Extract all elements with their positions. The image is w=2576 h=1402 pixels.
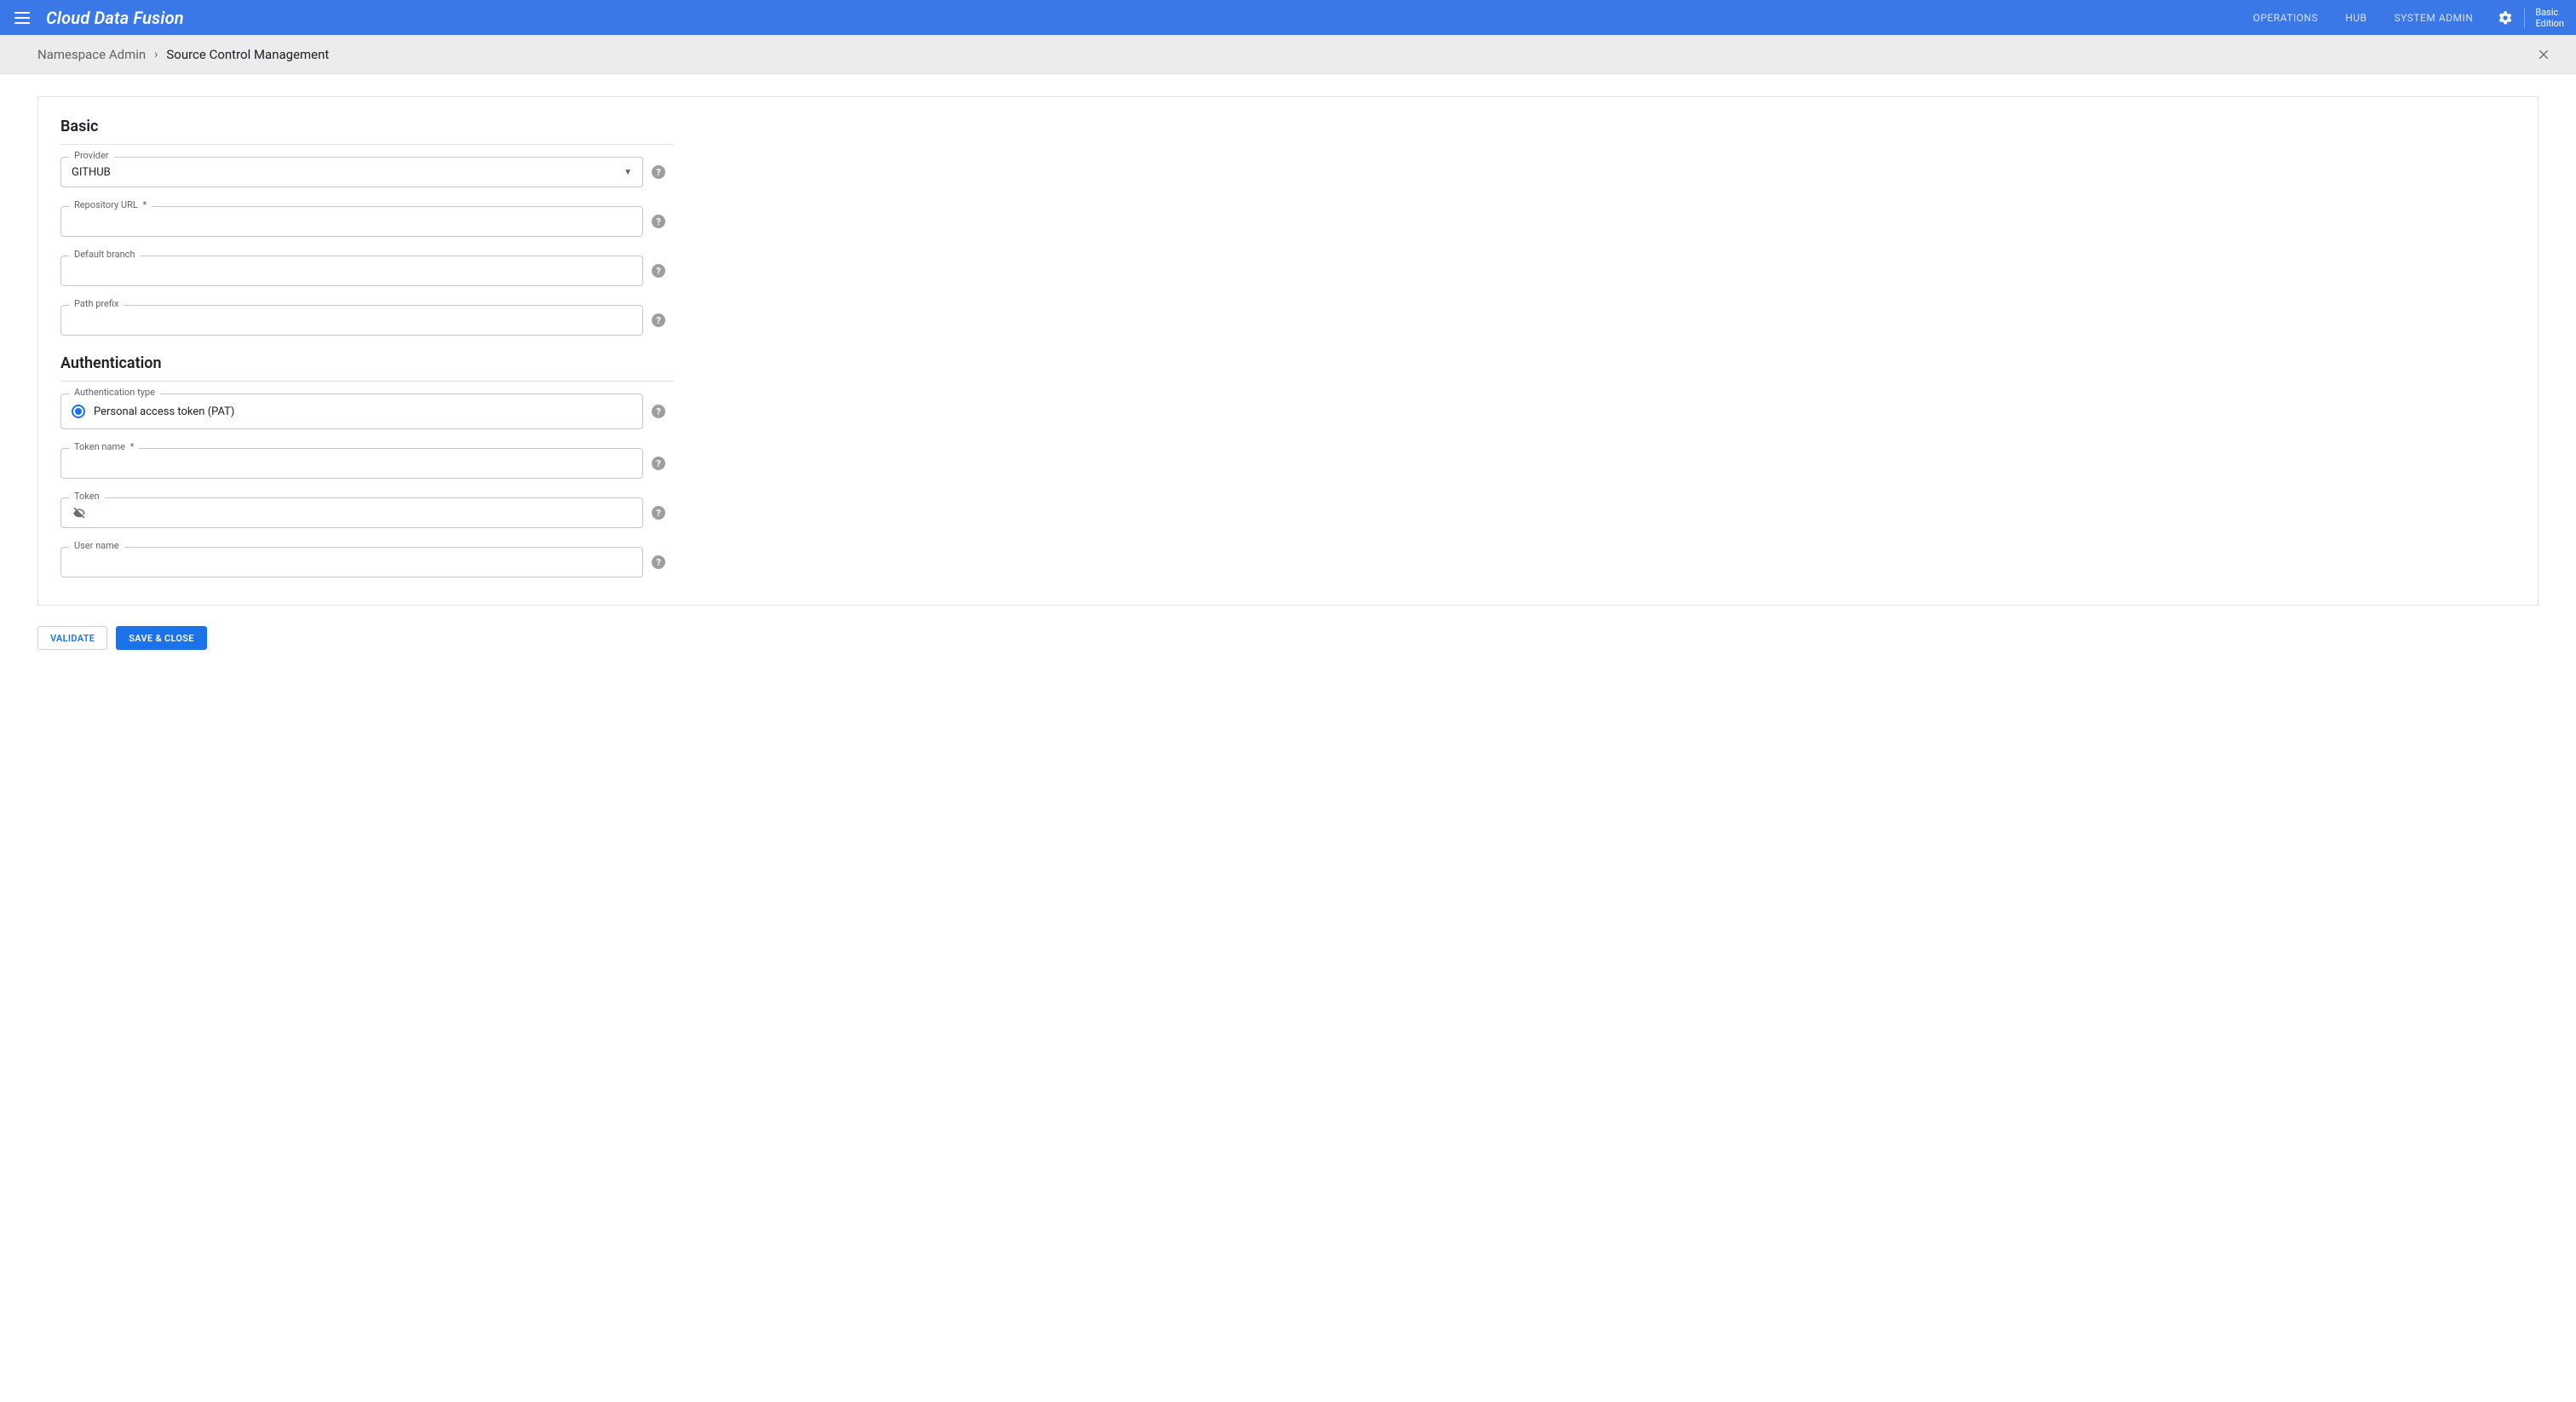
token-name-box bbox=[60, 448, 643, 479]
nav-hub[interactable]: HUB bbox=[2332, 0, 2380, 35]
help-icon[interactable]: ? bbox=[652, 457, 665, 470]
menu-icon[interactable] bbox=[10, 6, 34, 30]
token-box bbox=[60, 497, 643, 528]
field-token-name-row: Token name * ? bbox=[60, 448, 674, 479]
field-auth-type-row: Authentication type Personal access toke… bbox=[60, 394, 674, 429]
required-marker: * bbox=[130, 441, 135, 452]
section-basic-rule bbox=[60, 144, 674, 145]
field-user-name-row: User name ? bbox=[60, 547, 674, 577]
provider-select[interactable]: GITHUB ▼ bbox=[60, 157, 643, 187]
field-token-name-wrap: Token name * bbox=[60, 448, 643, 479]
auth-type-box: Personal access token (PAT) bbox=[60, 394, 643, 429]
field-auth-type-wrap: Authentication type Personal access toke… bbox=[60, 394, 643, 429]
field-provider-row: Provider GITHUB ▼ ? bbox=[60, 157, 674, 187]
breadcrumb-parent[interactable]: Namespace Admin bbox=[37, 47, 146, 62]
help-icon[interactable]: ? bbox=[652, 165, 665, 179]
user-name-box bbox=[60, 547, 643, 577]
help-icon[interactable]: ? bbox=[652, 555, 665, 569]
section-auth-rule bbox=[60, 381, 674, 382]
field-path-prefix-label: Path prefix bbox=[69, 298, 124, 309]
help-icon[interactable]: ? bbox=[652, 313, 665, 327]
action-row: VALIDATE SAVE & CLOSE bbox=[37, 626, 2539, 650]
help-icon[interactable]: ? bbox=[652, 506, 665, 520]
visibility-off-icon[interactable] bbox=[72, 505, 87, 520]
breadcrumb: Namespace Admin › Source Control Managem… bbox=[0, 35, 2576, 74]
config-card: Basic Provider GITHUB ▼ ? Repository URL bbox=[37, 96, 2539, 606]
save-close-button[interactable]: SAVE & CLOSE bbox=[116, 626, 206, 650]
provider-select-value: GITHUB bbox=[72, 166, 111, 179]
field-user-name-label: User name bbox=[69, 540, 124, 551]
field-path-prefix-row: Path prefix ? bbox=[60, 305, 674, 336]
edition-line1: Basic bbox=[2535, 7, 2564, 18]
nav-system-admin[interactable]: SYSTEM ADMIN bbox=[2381, 0, 2487, 35]
section-basic-title: Basic bbox=[60, 118, 674, 135]
field-path-prefix-wrap: Path prefix bbox=[60, 305, 643, 336]
field-token-wrap: Token bbox=[60, 497, 643, 528]
field-token-row: Token ? bbox=[60, 497, 674, 528]
breadcrumb-current: Source Control Management bbox=[166, 47, 329, 62]
field-token-label: Token bbox=[69, 491, 105, 502]
field-repo-url-row: Repository URL * ? bbox=[60, 206, 674, 237]
field-default-branch-wrap: Default branch bbox=[60, 256, 643, 286]
edition-label: Basic Edition bbox=[2525, 7, 2576, 29]
field-repo-url-wrap: Repository URL * bbox=[60, 206, 643, 237]
help-icon[interactable]: ? bbox=[652, 215, 665, 228]
field-provider-label: Provider bbox=[69, 150, 114, 161]
radio-icon bbox=[72, 405, 85, 418]
form-column: Basic Provider GITHUB ▼ ? Repository URL bbox=[60, 118, 674, 577]
chevron-down-icon: ▼ bbox=[624, 168, 632, 177]
field-repo-url-label-text: Repository URL bbox=[74, 199, 138, 210]
section-auth-title: Authentication bbox=[60, 354, 674, 372]
field-token-name-label: Token name * bbox=[69, 441, 139, 452]
field-token-name-label-text: Token name bbox=[74, 441, 125, 452]
field-default-branch-label: Default branch bbox=[69, 249, 141, 260]
default-branch-input[interactable] bbox=[72, 264, 632, 279]
field-user-name-wrap: User name bbox=[60, 547, 643, 577]
field-default-branch-row: Default branch ? bbox=[60, 256, 674, 286]
repo-url-box bbox=[60, 206, 643, 237]
default-branch-box bbox=[60, 256, 643, 286]
path-prefix-box bbox=[60, 305, 643, 336]
required-marker: * bbox=[143, 199, 147, 210]
field-auth-type-label: Authentication type bbox=[69, 387, 160, 398]
app-title: Cloud Data Fusion bbox=[46, 8, 184, 28]
repo-url-input[interactable] bbox=[72, 215, 632, 229]
edition-line2: Edition bbox=[2535, 18, 2564, 29]
field-repo-url-label: Repository URL * bbox=[69, 199, 152, 210]
close-icon[interactable] bbox=[2533, 44, 2554, 65]
chevron-right-icon: › bbox=[154, 48, 158, 61]
help-icon[interactable]: ? bbox=[652, 405, 665, 418]
top-bar: Cloud Data Fusion OPERATIONS HUB SYSTEM … bbox=[0, 0, 2576, 35]
nav-operations[interactable]: OPERATIONS bbox=[2240, 0, 2332, 35]
settings-icon[interactable] bbox=[2493, 6, 2517, 30]
help-icon[interactable]: ? bbox=[652, 264, 665, 278]
field-provider-wrap: Provider GITHUB ▼ bbox=[60, 157, 643, 187]
page-body: Basic Provider GITHUB ▼ ? Repository URL bbox=[0, 74, 2576, 684]
user-name-input[interactable] bbox=[72, 555, 632, 570]
path-prefix-input[interactable] bbox=[72, 313, 632, 328]
token-input[interactable] bbox=[94, 506, 632, 520]
validate-button[interactable]: VALIDATE bbox=[37, 626, 107, 650]
token-name-input[interactable] bbox=[72, 457, 632, 471]
topbar-right: OPERATIONS HUB SYSTEM ADMIN Basic Editio… bbox=[2240, 0, 2576, 35]
radio-pat[interactable]: Personal access token (PAT) bbox=[72, 405, 234, 418]
radio-pat-label: Personal access token (PAT) bbox=[94, 405, 234, 418]
